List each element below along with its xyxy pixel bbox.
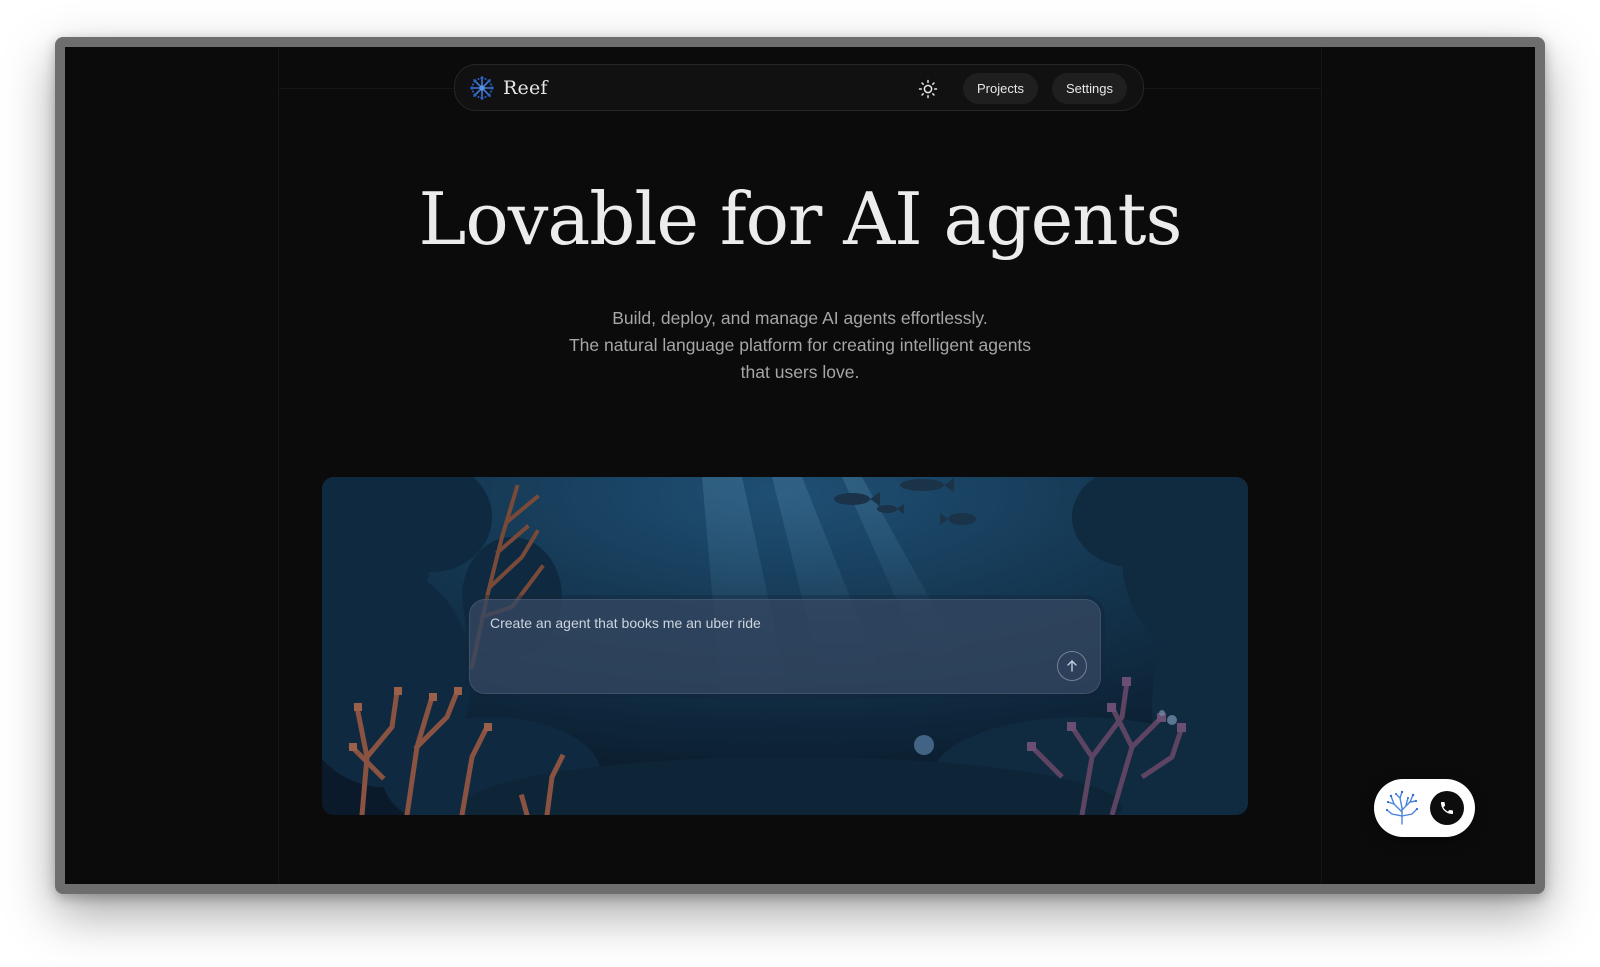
brand[interactable]: Reef (469, 75, 548, 101)
coral-logo-icon (470, 76, 494, 100)
layout-guide-right (1321, 47, 1322, 884)
sun-icon (918, 79, 938, 99)
voice-call-widget (1374, 779, 1475, 837)
prompt-input-box[interactable]: Create an agent that books me an uber ri… (469, 599, 1101, 694)
arrow-up-icon (1067, 660, 1077, 672)
hero-subtitle-line: The natural language platform for creati… (568, 335, 1032, 355)
app-window: Reef Projects Settings Lovable for AI ag… (65, 47, 1535, 884)
call-button[interactable] (1430, 791, 1464, 825)
coral-icon[interactable] (1384, 790, 1420, 826)
phone-icon (1441, 802, 1453, 814)
monitor-frame: Reef Projects Settings Lovable for AI ag… (55, 37, 1545, 894)
layout-guide-left (278, 47, 279, 884)
settings-button[interactable]: Settings (1052, 73, 1127, 104)
brand-name: Reef (503, 77, 548, 99)
hero-title: Lovable for AI agents (418, 177, 1183, 261)
hero-subtitle: Build, deploy, and manage AI agents effo… (65, 305, 1535, 386)
hero-illustration: Create an agent that books me an uber ri… (322, 477, 1248, 815)
projects-button[interactable]: Projects (963, 73, 1038, 104)
send-button[interactable] (1057, 651, 1087, 681)
hero-subtitle-line: that users love. (740, 362, 860, 382)
top-navbar: Reef Projects Settings (454, 64, 1144, 111)
hero-subtitle-line: Build, deploy, and manage AI agents effo… (612, 308, 988, 328)
theme-toggle-button[interactable] (917, 78, 939, 100)
prompt-input[interactable]: Create an agent that books me an uber ri… (490, 615, 761, 631)
